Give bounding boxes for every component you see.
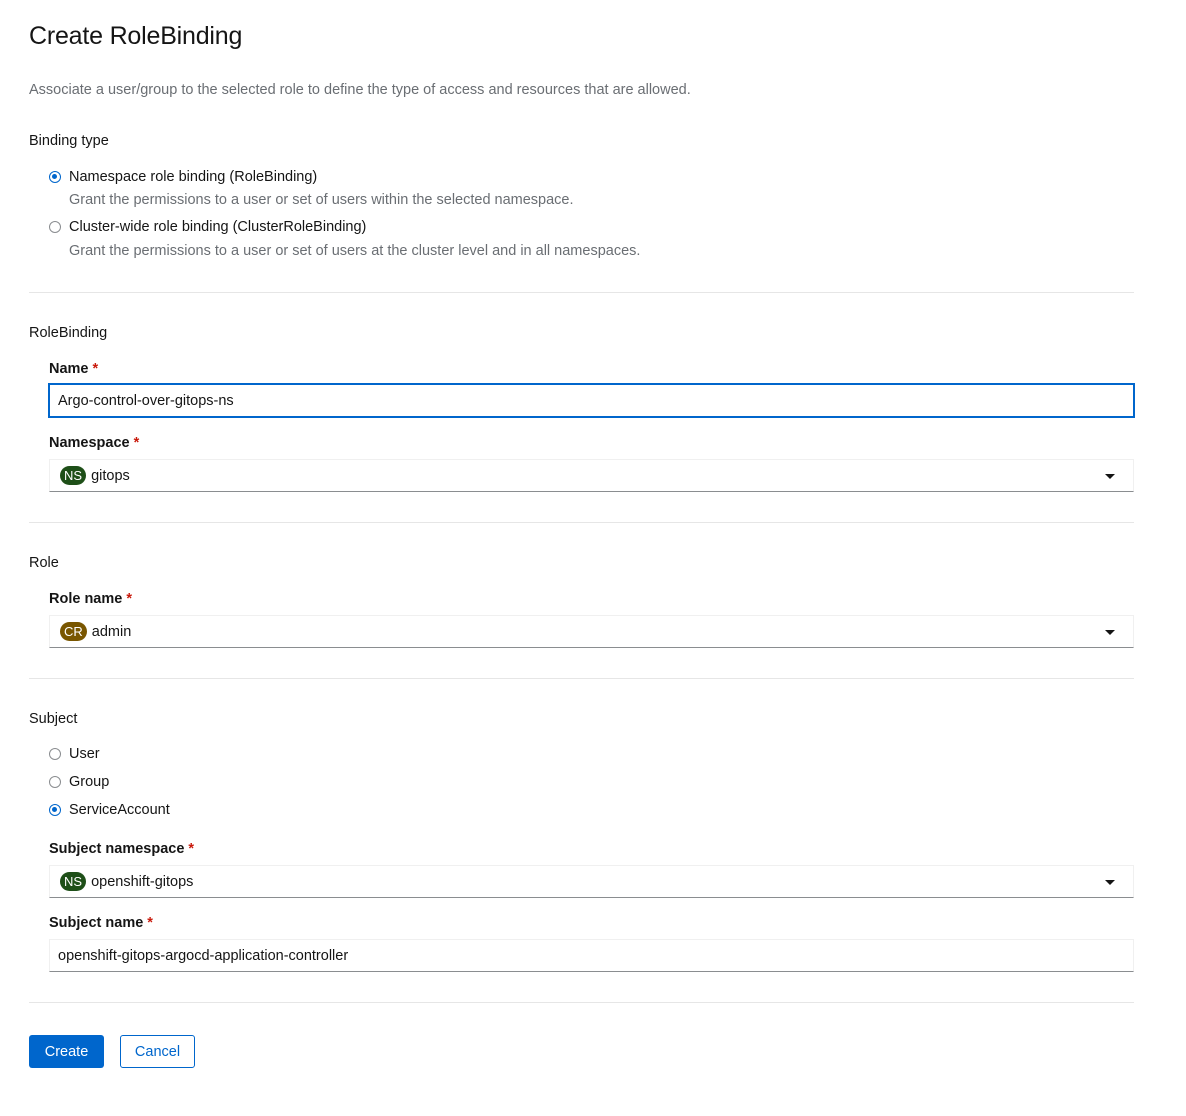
binding-type-label: Binding type — [29, 133, 109, 149]
subject-name-input[interactable] — [49, 939, 1134, 972]
required-marker: * — [133, 435, 140, 451]
subject-section-label: Subject — [29, 711, 78, 727]
radio-label: Group — [69, 774, 110, 790]
name-label-text: Name — [49, 361, 89, 377]
required-marker: * — [147, 915, 153, 931]
section-divider — [29, 292, 1134, 293]
namespace-select-value: gitops — [91, 467, 130, 484]
subject-namespace-select[interactable]: NS openshift-gitops — [49, 865, 1134, 898]
cr-badge: CR — [60, 622, 87, 641]
cancel-button[interactable]: Cancel — [120, 1035, 195, 1068]
radio-description: Grant the permissions to a user or set o… — [69, 243, 641, 259]
radio-label: Cluster-wide role binding (ClusterRoleBi… — [69, 219, 367, 235]
radio-subject-group[interactable]: Group — [49, 772, 109, 792]
radio-namespace-role-binding[interactable]: Namespace role binding (RoleBinding) — [49, 167, 317, 187]
role-name-field-label: Role name * — [49, 591, 132, 607]
role-select-value: admin — [91, 623, 132, 640]
page-title: Create RoleBinding — [29, 22, 243, 50]
radio-button[interactable] — [49, 776, 61, 788]
create-button[interactable]: Create — [29, 1035, 104, 1068]
radio-label: ServiceAccount — [69, 802, 170, 818]
caret-down-icon — [1105, 630, 1115, 635]
required-marker: * — [92, 361, 99, 377]
caret-down-icon — [1105, 880, 1115, 885]
radio-subject-user[interactable]: User — [49, 744, 100, 764]
page-description: Associate a user/group to the selected r… — [29, 82, 691, 98]
ns-badge: NS — [60, 466, 87, 485]
subject-name-label-text: Subject name — [49, 915, 144, 931]
rolebinding-section-label: RoleBinding — [29, 325, 108, 341]
radio-button-checked[interactable] — [49, 804, 61, 816]
role-name-label-text: Role name — [49, 591, 123, 607]
subject-namespace-label-text: Subject namespace — [49, 841, 185, 857]
namespace-field-label: Namespace * — [49, 435, 139, 451]
subject-namespace-field-label: Subject namespace * — [49, 841, 194, 857]
section-divider — [29, 522, 1134, 523]
radio-label: Namespace role binding (RoleBinding) — [69, 169, 318, 185]
section-divider — [29, 678, 1134, 679]
namespace-label-text: Namespace — [49, 435, 130, 451]
name-field-label: Name * — [49, 361, 98, 377]
required-marker: * — [126, 591, 132, 607]
radio-cluster-role-binding[interactable]: Cluster-wide role binding (ClusterRoleBi… — [49, 217, 366, 237]
radio-button[interactable] — [49, 221, 61, 233]
namespace-select[interactable]: NS gitops — [49, 459, 1134, 492]
radio-description: Grant the permissions to a user or set o… — [69, 192, 574, 208]
radio-subject-serviceaccount[interactable]: ServiceAccount — [49, 800, 170, 820]
radio-button[interactable] — [49, 748, 61, 760]
name-input[interactable] — [48, 383, 1135, 418]
required-marker: * — [188, 841, 195, 857]
role-section-label: Role — [29, 555, 59, 571]
subject-namespace-select-value: openshift-gitops — [91, 873, 194, 890]
ns-badge: NS — [60, 872, 87, 891]
role-name-select[interactable]: CR admin — [49, 615, 1134, 648]
radio-button-checked[interactable] — [49, 171, 61, 183]
radio-label: User — [69, 746, 100, 762]
subject-name-field-label: Subject name * — [49, 915, 153, 931]
caret-down-icon — [1105, 474, 1115, 479]
section-divider — [29, 1002, 1134, 1003]
